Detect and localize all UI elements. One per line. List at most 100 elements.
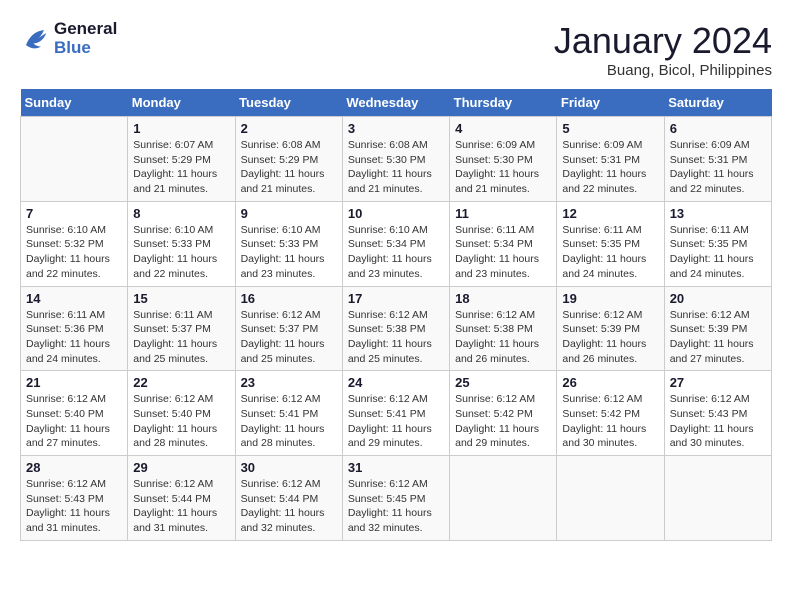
- calendar-cell: 29 Sunrise: 6:12 AMSunset: 5:44 PMDayligh…: [128, 456, 235, 541]
- day-info: Sunrise: 6:11 AMSunset: 5:36 PMDaylight:…: [26, 308, 122, 367]
- day-number: 27: [670, 375, 766, 390]
- day-number: 16: [241, 291, 337, 306]
- day-info: Sunrise: 6:10 AMSunset: 5:33 PMDaylight:…: [241, 223, 337, 282]
- day-info: Sunrise: 6:12 AMSunset: 5:42 PMDaylight:…: [562, 392, 658, 451]
- calendar-cell: 14Sunrise: 6:11 AMSunset: 5:36 PMDayligh…: [21, 286, 128, 371]
- day-number: 15: [133, 291, 229, 306]
- day-info: Sunrise: 6:12 AMSunset: 5:41 PMDaylight:…: [348, 392, 444, 451]
- day-info: Sunrise: 6:12 AMSunset: 5:44 PMDaylight:…: [241, 477, 337, 536]
- calendar-cell: 7 Sunrise: 6:10 AMSunset: 5:32 PMDaylight…: [21, 201, 128, 286]
- calendar-cell: 30 Sunrise: 6:12 AMSunset: 5:44 PMDayligh…: [235, 456, 342, 541]
- day-info: Sunrise: 6:10 AMSunset: 5:33 PMDaylight:…: [133, 223, 229, 282]
- day-number: 26: [562, 375, 658, 390]
- calendar-cell: 3 Sunrise: 6:08 AMSunset: 5:30 PMDaylight…: [342, 117, 449, 202]
- day-number: 22: [133, 375, 229, 390]
- day-info: Sunrise: 6:12 AMSunset: 5:45 PMDaylight:…: [348, 477, 444, 536]
- day-info: Sunrise: 6:12 AMSunset: 5:40 PMDaylight:…: [133, 392, 229, 451]
- calendar-cell: 6 Sunrise: 6:09 AMSunset: 5:31 PMDaylight…: [664, 117, 771, 202]
- day-info: Sunrise: 6:10 AMSunset: 5:32 PMDaylight:…: [26, 223, 122, 282]
- day-info: Sunrise: 6:08 AMSunset: 5:30 PMDaylight:…: [348, 138, 444, 197]
- day-info: Sunrise: 6:09 AMSunset: 5:30 PMDaylight:…: [455, 138, 551, 197]
- day-info: Sunrise: 6:11 AMSunset: 5:35 PMDaylight:…: [562, 223, 658, 282]
- day-number: 6: [670, 121, 766, 136]
- calendar-header-row: SundayMondayTuesdayWednesdayThursdayFrid…: [21, 89, 772, 117]
- location: Buang, Bicol, Philippines: [554, 62, 772, 79]
- day-number: 7: [26, 206, 122, 221]
- day-number: 31: [348, 460, 444, 475]
- calendar-week-row: 14Sunrise: 6:11 AMSunset: 5:36 PMDayligh…: [21, 286, 772, 371]
- calendar-week-row: 21Sunrise: 6:12 AMSunset: 5:40 PMDayligh…: [21, 371, 772, 456]
- calendar-cell: 2 Sunrise: 6:08 AMSunset: 5:29 PMDaylight…: [235, 117, 342, 202]
- day-number: 10: [348, 206, 444, 221]
- column-header-thursday: Thursday: [450, 89, 557, 117]
- day-info: Sunrise: 6:11 AMSunset: 5:35 PMDaylight:…: [670, 223, 766, 282]
- calendar-cell: [664, 456, 771, 541]
- day-info: Sunrise: 6:07 AMSunset: 5:29 PMDaylight:…: [133, 138, 229, 197]
- page-header: General Blue January 2024 Buang, Bicol, …: [20, 20, 772, 79]
- day-info: Sunrise: 6:12 AMSunset: 5:39 PMDaylight:…: [670, 308, 766, 367]
- column-header-sunday: Sunday: [21, 89, 128, 117]
- day-number: 8: [133, 206, 229, 221]
- day-info: Sunrise: 6:09 AMSunset: 5:31 PMDaylight:…: [562, 138, 658, 197]
- calendar-cell: 31 Sunrise: 6:12 AMSunset: 5:45 PMDayligh…: [342, 456, 449, 541]
- calendar-cell: 10 Sunrise: 6:10 AMSunset: 5:34 PMDayligh…: [342, 201, 449, 286]
- day-number: 5: [562, 121, 658, 136]
- calendar-cell: 19 Sunrise: 6:12 AMSunset: 5:39 PMDayligh…: [557, 286, 664, 371]
- day-number: 29: [133, 460, 229, 475]
- calendar-cell: 8 Sunrise: 6:10 AMSunset: 5:33 PMDaylight…: [128, 201, 235, 286]
- day-info: Sunrise: 6:11 AMSunset: 5:34 PMDaylight:…: [455, 223, 551, 282]
- month-title: January 2024: [554, 20, 772, 62]
- day-info: Sunrise: 6:08 AMSunset: 5:29 PMDaylight:…: [241, 138, 337, 197]
- day-number: 30: [241, 460, 337, 475]
- calendar-cell: [557, 456, 664, 541]
- calendar-week-row: 28 Sunrise: 6:12 AMSunset: 5:43 PMDayligh…: [21, 456, 772, 541]
- day-number: 3: [348, 121, 444, 136]
- calendar-cell: 4 Sunrise: 6:09 AMSunset: 5:30 PMDaylight…: [450, 117, 557, 202]
- column-header-monday: Monday: [128, 89, 235, 117]
- calendar-cell: 16 Sunrise: 6:12 AMSunset: 5:37 PMDayligh…: [235, 286, 342, 371]
- day-number: 28: [26, 460, 122, 475]
- day-number: 9: [241, 206, 337, 221]
- calendar-week-row: 7 Sunrise: 6:10 AMSunset: 5:32 PMDaylight…: [21, 201, 772, 286]
- day-info: Sunrise: 6:12 AMSunset: 5:43 PMDaylight:…: [26, 477, 122, 536]
- day-info: Sunrise: 6:12 AMSunset: 5:38 PMDaylight:…: [348, 308, 444, 367]
- day-info: Sunrise: 6:12 AMSunset: 5:44 PMDaylight:…: [133, 477, 229, 536]
- calendar-cell: 27Sunrise: 6:12 AMSunset: 5:43 PMDayligh…: [664, 371, 771, 456]
- day-info: Sunrise: 6:12 AMSunset: 5:37 PMDaylight:…: [241, 308, 337, 367]
- day-number: 12: [562, 206, 658, 221]
- day-number: 13: [670, 206, 766, 221]
- calendar-cell: 18 Sunrise: 6:12 AMSunset: 5:38 PMDayligh…: [450, 286, 557, 371]
- day-info: Sunrise: 6:09 AMSunset: 5:31 PMDaylight:…: [670, 138, 766, 197]
- day-info: Sunrise: 6:12 AMSunset: 5:38 PMDaylight:…: [455, 308, 551, 367]
- calendar-cell: 15 Sunrise: 6:11 AMSunset: 5:37 PMDayligh…: [128, 286, 235, 371]
- calendar-cell: [450, 456, 557, 541]
- calendar-week-row: 1 Sunrise: 6:07 AMSunset: 5:29 PMDaylight…: [21, 117, 772, 202]
- calendar-cell: 23Sunrise: 6:12 AMSunset: 5:41 PMDayligh…: [235, 371, 342, 456]
- calendar-cell: 1 Sunrise: 6:07 AMSunset: 5:29 PMDaylight…: [128, 117, 235, 202]
- day-info: Sunrise: 6:12 AMSunset: 5:40 PMDaylight:…: [26, 392, 122, 451]
- day-info: Sunrise: 6:12 AMSunset: 5:39 PMDaylight:…: [562, 308, 658, 367]
- day-number: 1: [133, 121, 229, 136]
- calendar-cell: 12 Sunrise: 6:11 AMSunset: 5:35 PMDayligh…: [557, 201, 664, 286]
- column-header-friday: Friday: [557, 89, 664, 117]
- title-section: January 2024 Buang, Bicol, Philippines: [554, 20, 772, 79]
- calendar-cell: 13 Sunrise: 6:11 AMSunset: 5:35 PMDayligh…: [664, 201, 771, 286]
- day-number: 19: [562, 291, 658, 306]
- calendar-cell: 5 Sunrise: 6:09 AMSunset: 5:31 PMDaylight…: [557, 117, 664, 202]
- column-header-saturday: Saturday: [664, 89, 771, 117]
- logo: General Blue: [20, 20, 117, 57]
- calendar-cell: 11Sunrise: 6:11 AMSunset: 5:34 PMDayligh…: [450, 201, 557, 286]
- day-number: 17: [348, 291, 444, 306]
- column-header-tuesday: Tuesday: [235, 89, 342, 117]
- day-number: 18: [455, 291, 551, 306]
- day-number: 4: [455, 121, 551, 136]
- day-info: Sunrise: 6:12 AMSunset: 5:42 PMDaylight:…: [455, 392, 551, 451]
- day-number: 23: [241, 375, 337, 390]
- logo-line1: General: [54, 20, 117, 39]
- calendar-cell: 9 Sunrise: 6:10 AMSunset: 5:33 PMDaylight…: [235, 201, 342, 286]
- day-number: 24: [348, 375, 444, 390]
- day-number: 25: [455, 375, 551, 390]
- day-info: Sunrise: 6:10 AMSunset: 5:34 PMDaylight:…: [348, 223, 444, 282]
- day-info: Sunrise: 6:11 AMSunset: 5:37 PMDaylight:…: [133, 308, 229, 367]
- day-number: 2: [241, 121, 337, 136]
